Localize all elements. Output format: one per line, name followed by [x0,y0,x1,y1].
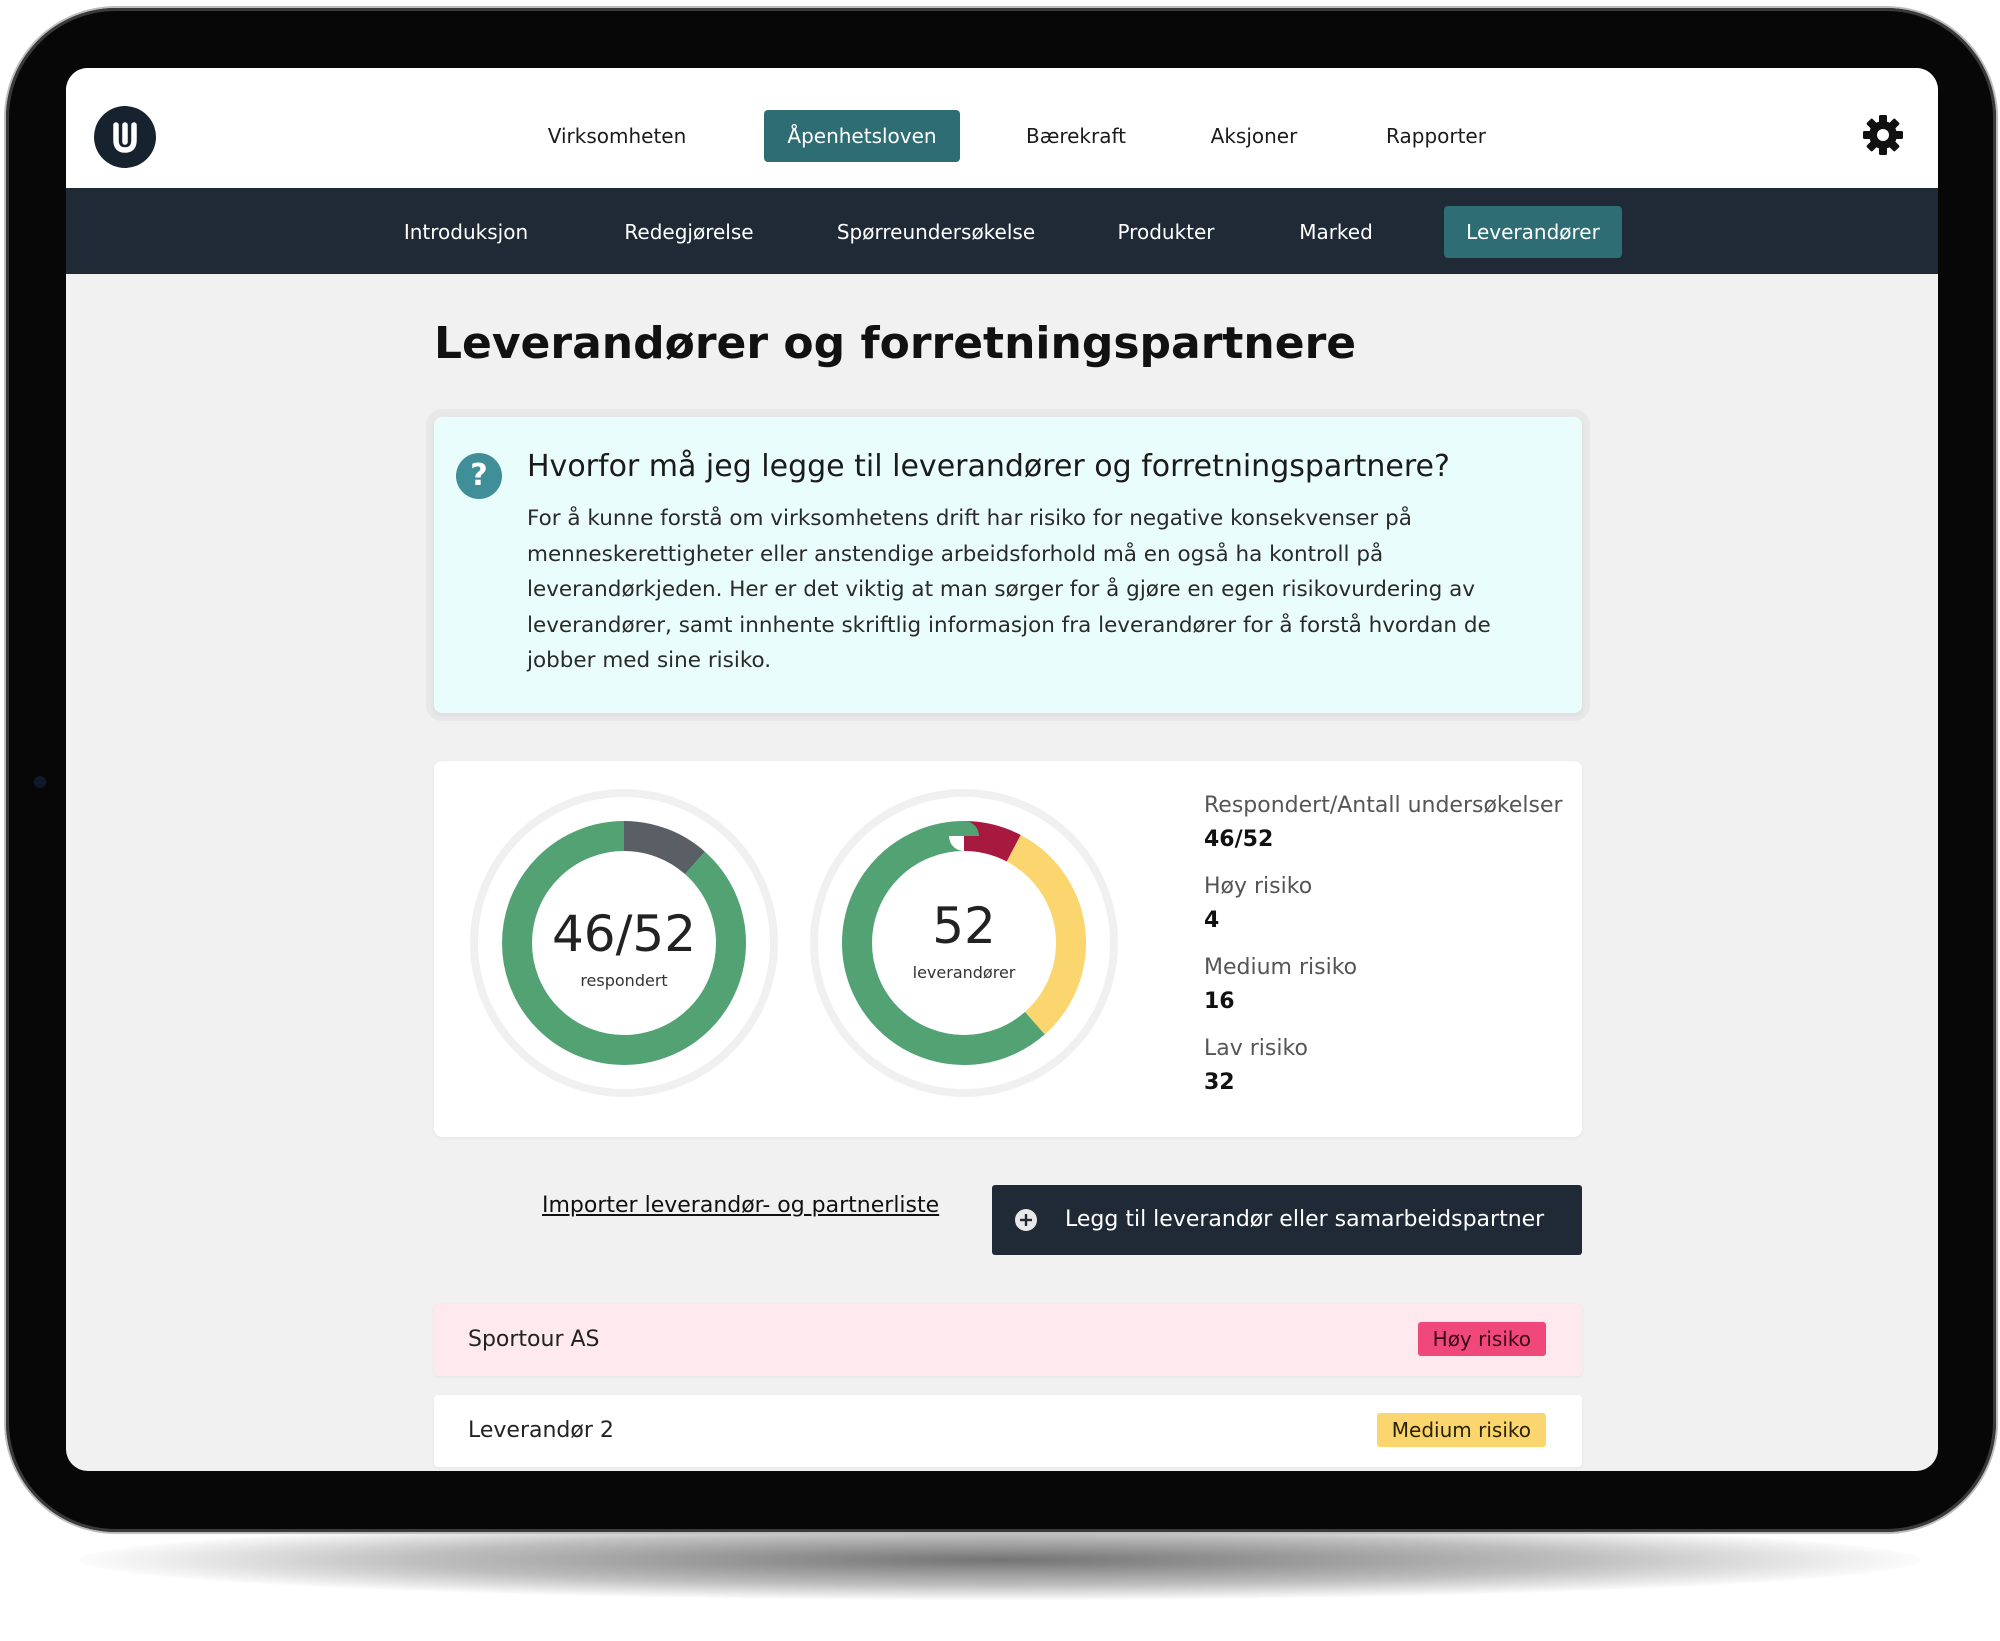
subnav-sporreundersokelse[interactable]: Spørreundersøkelse [826,206,1046,258]
info-box: ? Hvorfor må jeg legge til leverandører … [434,417,1582,713]
logo-icon[interactable] [94,106,156,168]
info-body: For å kunne forstå om virksomhetens drif… [527,506,1491,673]
suppliers-donut-chart: 52 leverandører [808,787,1120,1099]
add-supplier-button[interactable]: Legg til leverandør eller samarbeidspart… [992,1185,1582,1255]
stat-label-low-risk: Lav risiko [1204,1036,1308,1061]
supplier-name: Sportour AS [468,1327,600,1352]
suppliers-center-label: leverandører [912,963,1016,982]
page-title: Leverandører og forretningspartnere [434,318,1357,369]
topnav-baerekraft[interactable]: Bærekraft [1016,110,1136,162]
info-title: Hvorfor må jeg legge til leverandører og… [527,449,1450,484]
supplier-row[interactable]: Sportour AS Høy risiko [434,1304,1582,1376]
topnav-rapporter[interactable]: Rapporter [1376,110,1496,162]
topnav-virksomheten[interactable]: Virksomheten [542,110,692,162]
responded-donut-chart: 46/52 respondert [468,787,780,1099]
supplier-row[interactable]: Leverandør 2 Medium risiko [434,1395,1582,1467]
subnav-leverandorer[interactable]: Leverandører [1444,206,1622,258]
device-shadow [80,1520,1920,1600]
stat-value-medium-risk: 16 [1204,989,1235,1014]
sub-navigation-bar: Introduksjon Redegjørelse Spørreundersøk… [66,188,1938,274]
topnav-aksjoner[interactable]: Aksjoner [1204,110,1304,162]
plus-circle-icon [1015,1209,1037,1231]
add-supplier-label: Legg til leverandør eller samarbeidspart… [1065,1207,1545,1232]
top-navigation-bar: Virksomheten Åpenhetsloven Bærekraft Aks… [66,68,1938,188]
subnav-marked[interactable]: Marked [1286,206,1386,258]
stat-value-low-risk: 32 [1204,1070,1235,1095]
stat-value-responded: 46/52 [1204,827,1274,852]
stat-label-responded: Respondert/Antall undersøkelser [1204,793,1563,818]
gear-icon[interactable] [1862,114,1904,156]
question-icon: ? [456,453,502,499]
camera-dot [34,776,46,788]
topnav-apenhetsloven[interactable]: Åpenhetsloven [764,110,960,162]
stats-card: 46/52 respondert 52 leverandører Respond… [434,761,1582,1137]
risk-badge: Medium risiko [1376,1413,1546,1447]
subnav-introduksjon[interactable]: Introduksjon [396,206,536,258]
screen: Virksomheten Åpenhetsloven Bærekraft Aks… [66,68,1938,1471]
import-supplier-list-link[interactable]: Importer leverandør- og partnerliste [542,1193,939,1218]
responded-center-label: respondert [580,971,668,990]
subnav-redegjorelse[interactable]: Redegjørelse [604,206,774,258]
stat-value-high-risk: 4 [1204,908,1220,933]
subnav-produkter[interactable]: Produkter [1106,206,1226,258]
responded-center-value: 46/52 [551,905,697,963]
stat-label-medium-risk: Medium risiko [1204,955,1358,980]
suppliers-center-value: 52 [932,897,996,955]
risk-badge: Høy risiko [1417,1322,1546,1356]
stat-label-high-risk: Høy risiko [1204,874,1313,899]
supplier-name: Leverandør 2 [468,1418,614,1443]
